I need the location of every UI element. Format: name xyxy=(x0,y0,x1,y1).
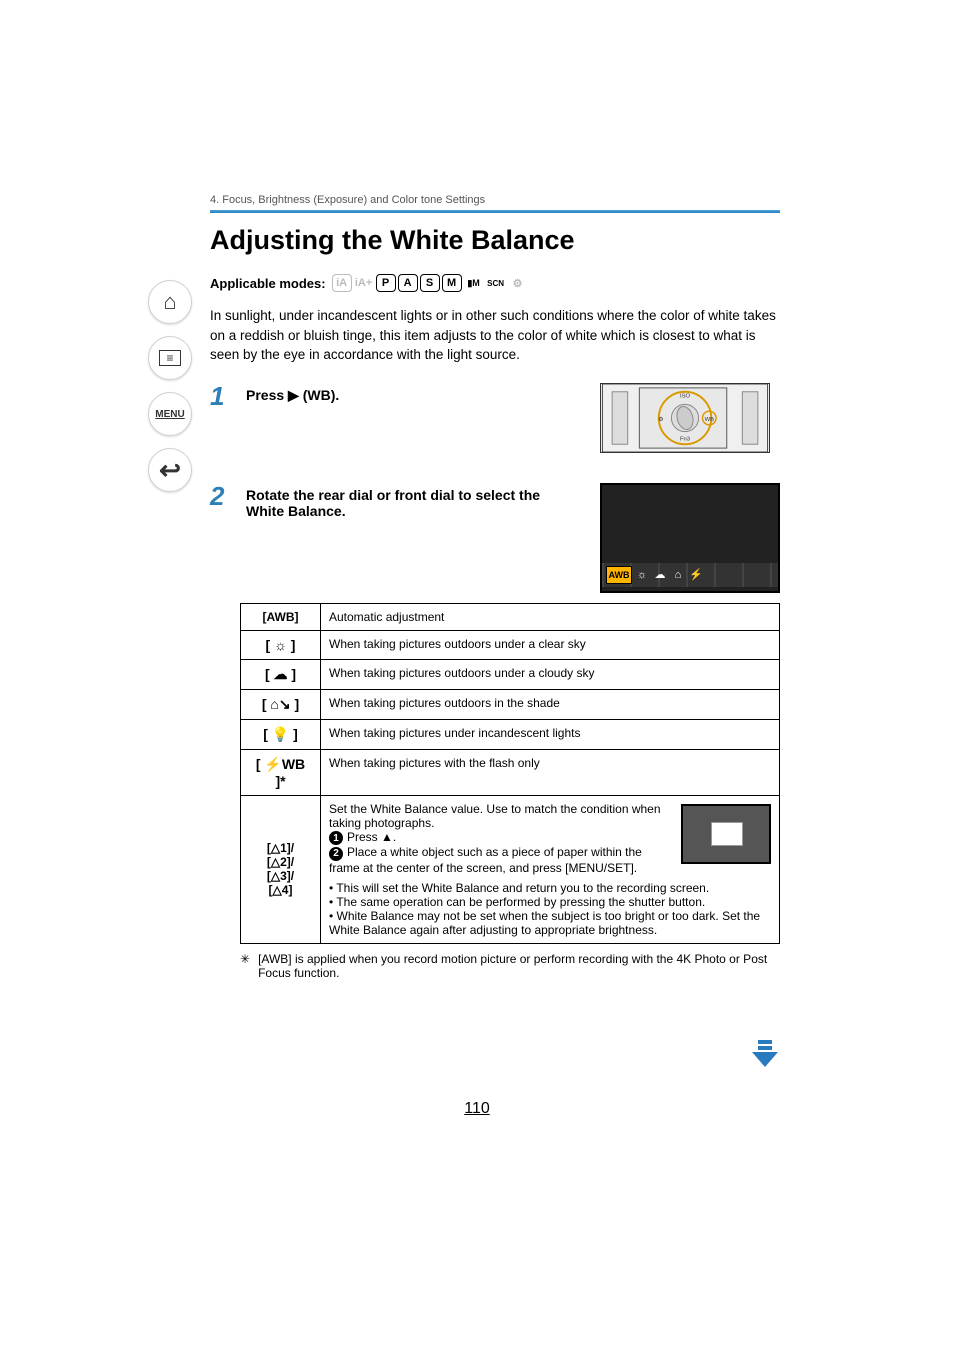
wb-key-shade-icon: [ ⌂↘ ] xyxy=(241,689,321,719)
wb-key-daylight-icon: [ ☼ ] xyxy=(241,630,321,659)
nav-home-button[interactable]: ⌂ xyxy=(148,280,192,324)
table-row: [AWB]Automatic adjustment xyxy=(241,603,780,630)
toc-icon: ≡ xyxy=(159,350,181,366)
svg-text:⚙: ⚙ xyxy=(658,416,663,423)
step-1-number: 1 xyxy=(210,383,232,409)
wb-preset-2-icon: [△2]/ xyxy=(267,855,294,869)
wb-desc: Automatic adjustment xyxy=(321,603,780,630)
footnote-text: [AWB] is applied when you record motion … xyxy=(258,952,780,980)
substep-2-text: Place a white object such as a piece of … xyxy=(329,845,642,875)
substep-1-badge: 1 xyxy=(329,831,343,845)
wb-opt-cloud-icon: ☁ xyxy=(652,568,668,582)
wb-selected-option: AWB xyxy=(606,566,632,584)
mode-scn-icon: SCN xyxy=(486,274,506,292)
camera-dial-figure: ISO ⚙ WB Fn3 xyxy=(600,383,780,463)
svg-text:Fn3: Fn3 xyxy=(680,436,690,442)
page-number[interactable]: 110 xyxy=(0,1100,954,1118)
mode-icon-row: iA iA+ P A S M ▮M SCN ⚙ xyxy=(332,274,528,292)
sidebar: ⌂ ≡ MENU ↩ xyxy=(140,280,200,492)
table-row: [ ⌂↘ ]When taking pictures outdoors in t… xyxy=(241,689,780,719)
header-rule xyxy=(210,210,780,213)
main-content: 4. Focus, Brightness (Exposure) and Colo… xyxy=(210,194,780,980)
wb-glyph: WB xyxy=(307,387,330,403)
bullet-2: • The same operation can be performed by… xyxy=(329,895,771,909)
mode-a-icon: A xyxy=(398,274,418,292)
table-row: [ ☼ ]When taking pictures outdoors under… xyxy=(241,630,780,659)
footnote: ✳ [AWB] is applied when you record motio… xyxy=(240,952,780,980)
wb-custom-desc: Set the White Balance value. Use to matc… xyxy=(321,795,780,943)
mode-ia-icon: iA xyxy=(332,274,352,292)
mode-m-icon: M xyxy=(442,274,462,292)
wb-desc: When taking pictures outdoors under a cl… xyxy=(321,659,780,689)
footnote-star: ✳ xyxy=(240,952,250,980)
table-row: [ 💡 ]When taking pictures under incandes… xyxy=(241,719,780,749)
wb-desc: When taking pictures outdoors in the sha… xyxy=(321,689,780,719)
mode-p-icon: P xyxy=(376,274,396,292)
wb-desc: When taking pictures under incandescent … xyxy=(321,719,780,749)
mode-s-icon: S xyxy=(420,274,440,292)
breadcrumb: 4. Focus, Brightness (Exposure) and Colo… xyxy=(210,194,780,206)
wb-preset-3-icon: [△3]/ xyxy=(267,869,294,883)
wb-display-figure: WB AWB ☼ ☁ ⌂ ⚡ xyxy=(600,483,780,593)
step-2-text: Rotate the rear dial or front dial to se… xyxy=(246,483,586,519)
wb-opt-flash-icon: ⚡ xyxy=(688,568,704,582)
wb-key-awb: [AWB] xyxy=(241,603,321,630)
wb-desc: When taking pictures outdoors under a cl… xyxy=(321,630,780,659)
page-title: Adjusting the White Balance xyxy=(210,225,780,256)
bullet-1: • This will set the White Balance and re… xyxy=(329,881,771,895)
mode-ia-plus-icon: iA+ xyxy=(354,274,374,292)
wb-key-flash-icon: [ ⚡WB ]* xyxy=(241,749,321,795)
table-row-custom: [△1]/ [△2]/ [△3]/ [△4] Set the White Bal… xyxy=(241,795,780,943)
wb-key-custom-presets: [△1]/ [△2]/ [△3]/ [△4] xyxy=(241,795,321,943)
applicable-modes-label: Applicable modes: xyxy=(210,276,326,291)
custom-bullets: • This will set the White Balance and re… xyxy=(329,881,771,937)
wb-option-strip: AWB ☼ ☁ ⌂ ⚡ xyxy=(602,563,778,587)
step-1-text-c: ). xyxy=(331,387,340,403)
wb-preset-1-icon: [△1]/ xyxy=(267,841,294,855)
wb-key-incandescent-icon: [ 💡 ] xyxy=(241,719,321,749)
substep-1-text: Press ▲. xyxy=(347,830,396,844)
nav-back-button[interactable]: ↩ xyxy=(148,448,192,492)
step-1-text: Press ▶ (WB). xyxy=(246,383,586,404)
set-wb-frame-figure xyxy=(681,804,771,864)
table-row: [ ☁ ]When taking pictures outdoors under… xyxy=(241,659,780,689)
intro-text: In sunlight, under incandescent lights o… xyxy=(210,306,780,365)
nav-toc-button[interactable]: ≡ xyxy=(148,336,192,380)
wb-preset-4-icon: [△4] xyxy=(269,883,293,897)
wb-opt-shade-icon: ⌂ xyxy=(670,568,686,582)
table-row: [ ⚡WB ]*When taking pictures with the fl… xyxy=(241,749,780,795)
applicable-modes: Applicable modes: iA iA+ P A S M ▮M SCN … xyxy=(210,274,780,292)
substep-2-badge: 2 xyxy=(329,847,343,861)
wb-desc: When taking pictures with the flash only xyxy=(321,749,780,795)
step-1: 1 Press ▶ (WB). ISO ⚙ WB Fn3 xyxy=(210,383,780,463)
mode-creative-icon: ⚙ xyxy=(508,274,528,292)
step-1-text-a: Press ▶ ( xyxy=(246,387,307,403)
step-2-number: 2 xyxy=(210,483,232,509)
wb-key-cloudy-icon: [ ☁ ] xyxy=(241,659,321,689)
svg-text:ISO: ISO xyxy=(680,393,690,399)
bullet-3: • White Balance may not be set when the … xyxy=(329,909,771,937)
wb-settings-table: [AWB]Automatic adjustment [ ☼ ]When taki… xyxy=(240,603,780,944)
back-icon: ↩ xyxy=(159,455,181,486)
mode-video-icon: ▮M xyxy=(464,274,484,292)
home-icon: ⌂ xyxy=(163,289,176,315)
step-2: 2 Rotate the rear dial or front dial to … xyxy=(210,483,780,593)
svg-text:WB: WB xyxy=(705,417,714,423)
nav-menu-button[interactable]: MENU xyxy=(148,392,192,436)
menu-label: MENU xyxy=(155,409,184,420)
continue-arrow-icon[interactable] xyxy=(748,1040,782,1068)
wb-opt-sun-icon: ☼ xyxy=(634,568,650,582)
